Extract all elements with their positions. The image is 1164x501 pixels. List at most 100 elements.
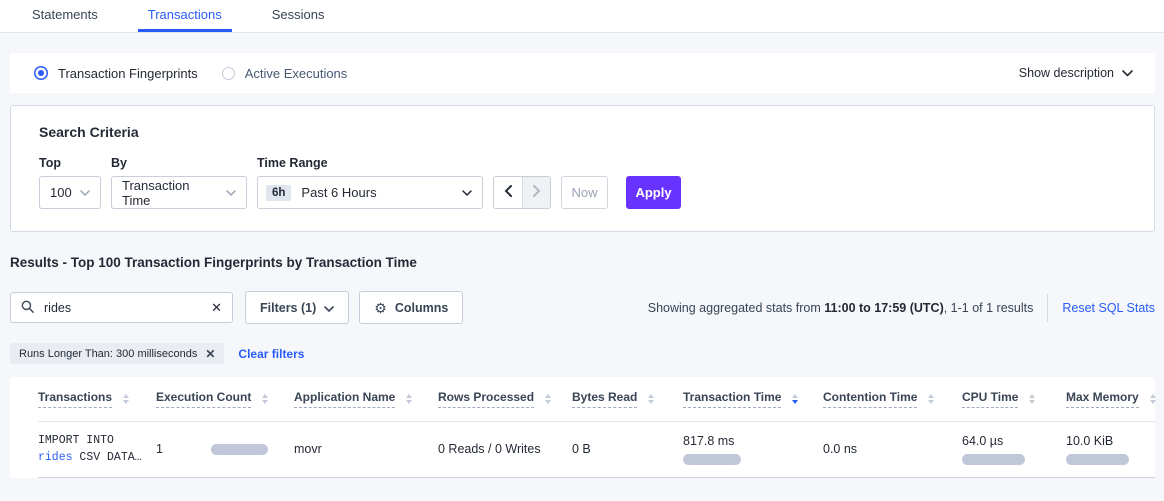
cell-contention-time: 0.0 ns [823,421,962,477]
vertical-divider [1047,294,1048,322]
search-criteria-panel: Search Criteria Top 100 By Transaction T… [10,105,1155,232]
search-criteria-title: Search Criteria [39,124,1126,140]
execution-count-bar [211,444,268,455]
cell-execution-count: 1 [156,421,294,477]
gear-icon: ⚙ [374,301,387,315]
stats-cluster: Showing aggregated stats from 11:00 to 1… [648,294,1155,322]
column-header-execution-count[interactable]: Execution Count [156,377,294,421]
sort-icon[interactable] [648,394,654,404]
remove-filter-icon[interactable]: ✕ [205,348,215,360]
tab-label: Statements [32,7,98,22]
time-range-select[interactable]: 6h Past 6 Hours [257,176,483,209]
application-name-value: movr [294,442,322,456]
radio-selected-icon [38,70,44,76]
radio-label: Active Executions [245,66,348,81]
column-label: Contention Time [823,390,917,408]
radio-unselected-icon [222,67,235,80]
column-label: CPU Time [962,390,1018,408]
cell-application-name: movr [294,421,438,477]
by-field: By Transaction Time [111,156,247,209]
cell-bytes-read: 0 B [572,421,683,477]
columns-button-label: Columns [395,301,448,315]
by-select[interactable]: Transaction Time [111,176,247,209]
results-heading: Results - Top 100 Transaction Fingerprin… [10,255,1155,270]
chevron-down-icon [218,190,236,196]
cell-transaction-fingerprint[interactable]: IMPORT INTO rides CSV DATA… [38,421,156,477]
sort-icon[interactable] [545,394,551,404]
chevron-right-icon [533,185,541,200]
column-label: Application Name [294,390,395,408]
cell-transaction-time: 817.8 ms [683,421,823,477]
cell-rows-processed: 0 Reads / 0 Writes [438,421,572,477]
top-field: Top 100 [39,156,101,209]
table-row: IMPORT INTO rides CSV DATA… 1 movr 0 Rea… [38,421,1155,477]
contention-time-value: 0.0 ns [823,442,857,456]
column-label: Max Memory [1066,390,1139,408]
top-select-value: 100 [50,185,72,200]
show-description-toggle[interactable]: Show description [1019,66,1133,80]
filters-button[interactable]: Filters (1) [245,291,349,324]
column-label: Transaction Time [683,390,781,408]
aggregated-stats-text: Showing aggregated stats from 11:00 to 1… [648,301,1034,315]
tab-transactions[interactable]: Transactions [138,0,232,32]
next-time-window-button[interactable] [522,177,550,208]
apply-button[interactable]: Apply [626,176,681,209]
search-input[interactable] [42,300,211,316]
sort-icon[interactable] [123,394,129,404]
radio-active-executions[interactable]: Active Executions [222,66,348,81]
time-range-badge: 6h [266,185,291,201]
column-header-application-name[interactable]: Application Name [294,377,438,421]
sort-icon[interactable] [262,394,268,404]
transactions-table: Transactions Execution Count Application… [38,377,1155,478]
search-icon [21,300,34,316]
column-header-bytes-read[interactable]: Bytes Read [572,377,683,421]
column-header-contention-time[interactable]: Contention Time [823,377,962,421]
column-header-rows-processed[interactable]: Rows Processed [438,377,572,421]
sort-icon[interactable] [1150,394,1156,404]
execution-count-value: 1 [156,442,163,456]
statement-line-1: IMPORT INTO [38,432,156,449]
previous-time-window-button[interactable] [494,177,522,208]
sort-icon-descending[interactable] [792,394,798,404]
column-header-transaction-time[interactable]: Transaction Time [683,377,823,421]
filter-chip-label: Runs Longer Than: 300 milliseconds [19,348,197,360]
statement-line-2: rides CSV DATA… [38,449,156,466]
cpu-time-bar [962,454,1025,465]
tab-sessions[interactable]: Sessions [262,0,335,32]
column-label: Bytes Read [572,390,637,408]
reset-sql-stats-link[interactable]: Reset SQL Stats [1062,301,1155,315]
top-select[interactable]: 100 [39,176,101,209]
columns-button[interactable]: ⚙ Columns [359,291,463,324]
column-header-cpu-time[interactable]: CPU Time [962,377,1066,421]
clear-filters-link[interactable]: Clear filters [238,347,304,361]
filters-button-label: Filters (1) [260,301,316,315]
search-box[interactable]: ✕ [10,292,233,323]
radio-transaction-fingerprints[interactable]: Transaction Fingerprints [34,66,198,81]
stats-time-range: 11:00 to 17:59 (UTC) [824,301,943,315]
stats-prefix: Showing aggregated stats from [648,301,825,315]
show-description-label: Show description [1019,66,1114,80]
results-toolbar: ✕ Filters (1) ⚙ Columns Showing aggregat… [10,291,1155,324]
chevron-left-icon [504,185,512,200]
sort-icon[interactable] [1029,394,1035,404]
chevron-down-icon [72,190,90,196]
rows-processed-value: 0 Reads / 0 Writes [438,442,541,456]
stats-suffix: , 1-1 of 1 results [944,301,1034,315]
column-label: Transactions [38,390,112,408]
view-toggle-panel: Transaction Fingerprints Active Executio… [10,53,1155,93]
search-criteria-form: Top 100 By Transaction Time Time Range 6… [39,156,1126,209]
sort-icon[interactable] [406,394,412,404]
column-header-max-memory[interactable]: Max Memory [1066,377,1155,421]
search-term-highlight: rides [38,451,73,464]
transaction-time-value: 817.8 ms [683,434,823,448]
by-label: By [111,156,247,170]
tab-label: Sessions [272,7,325,22]
clear-search-icon[interactable]: ✕ [211,301,222,314]
column-header-transactions[interactable]: Transactions [38,377,156,421]
tab-statements[interactable]: Statements [22,0,108,32]
filter-chip: Runs Longer Than: 300 milliseconds ✕ [10,343,224,364]
radio-label: Transaction Fingerprints [58,66,198,81]
now-button[interactable]: Now [561,176,608,209]
transactions-table-panel: Transactions Execution Count Application… [10,377,1155,478]
sort-icon[interactable] [928,394,934,404]
